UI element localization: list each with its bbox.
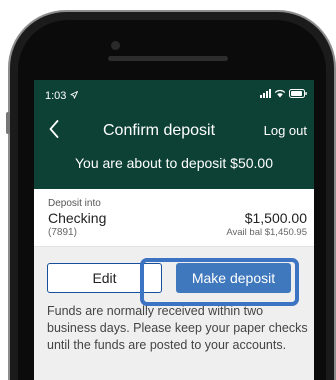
deposit-summary: You are about to deposit $50.00 — [75, 155, 273, 171]
wifi-icon — [274, 89, 286, 98]
location-arrow-icon — [70, 91, 79, 99]
logout-link[interactable]: Log out — [264, 123, 307, 138]
available-balance: Avail bal $1,450.95 — [226, 227, 307, 238]
account-number: (7891) — [48, 227, 77, 238]
status-icons — [260, 89, 307, 98]
battery-icon — [289, 89, 307, 98]
deposit-into-label: Deposit into — [48, 198, 101, 209]
status-time: 1:03 — [45, 90, 79, 102]
account-name: Checking — [48, 210, 107, 226]
account-summary: Deposit into Checking (7891) $1,500.00 A… — [34, 189, 314, 247]
app-header: 1:03 Confirm deposit Log out You are abo… — [34, 80, 314, 189]
phone-side-button — [6, 112, 10, 134]
signal-icon — [260, 89, 271, 98]
callout-highlight — [140, 258, 299, 306]
status-time-text: 1:03 — [45, 90, 67, 102]
earpiece-speaker — [108, 56, 228, 61]
phone-screen: 1:03 Confirm deposit Log out You are abo… — [34, 80, 314, 380]
funds-info-text: Funds are normally received within two b… — [47, 304, 308, 352]
page-title: Confirm deposit — [103, 122, 216, 139]
back-chevron-icon[interactable] — [46, 118, 62, 140]
account-balance: $1,500.00 — [244, 210, 307, 226]
front-camera — [111, 41, 120, 50]
